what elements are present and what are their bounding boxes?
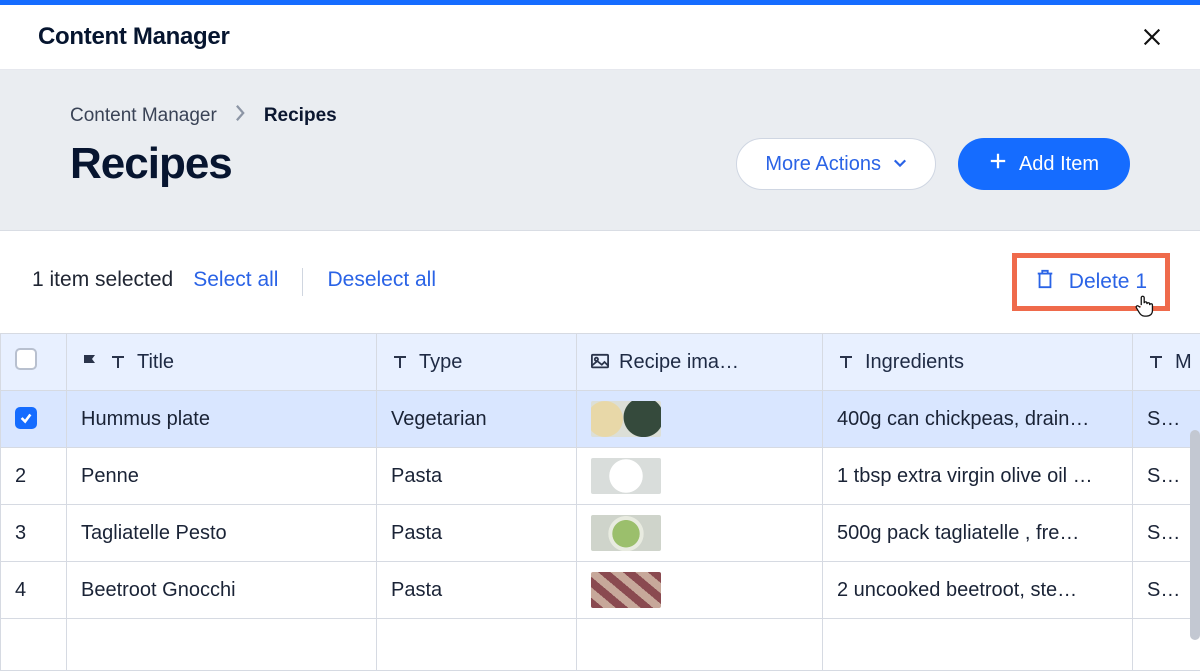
recipe-thumbnail [591,458,661,494]
trash-icon [1035,268,1055,296]
text-type-icon [1147,353,1165,371]
recipe-thumbnail [591,572,661,608]
delete-selected-button[interactable]: Delete 1 [1012,253,1170,311]
column-end[interactable]: M [1133,334,1200,391]
add-item-label: Add Item [1019,153,1099,176]
cursor-hand-icon [1133,294,1155,318]
column-image[interactable]: Recipe ima… [577,334,823,391]
table-row[interactable]: 2 Penne Pasta 1 tbsp extra virgin olive … [1,448,1200,505]
page-header-area: Content Manager Recipes Recipes More Act… [0,70,1200,231]
table-row[interactable]: Hummus plate Vegetarian 400g can chickpe… [1,391,1200,448]
column-title-label: Title [137,351,174,374]
breadcrumb-current: Recipes [264,105,337,127]
table-header-row: Title Type Recipe ima… Ingredients [1,334,1200,391]
cell-ingredients: 500g pack tagliatelle , fre… [823,505,1133,562]
add-item-button[interactable]: Add Item [958,138,1130,190]
cell-image [577,562,823,619]
plus-icon [989,152,1007,176]
column-type[interactable]: Type [377,334,577,391]
cell-ingredients: 1 tbsp extra virgin olive oil … [823,448,1133,505]
chevron-down-icon [893,153,907,176]
column-end-label: M [1175,351,1192,374]
cell-image [577,619,823,671]
cell-type: Pasta [377,448,577,505]
breadcrumb-root[interactable]: Content Manager [70,105,217,127]
modal-header: Content Manager [0,5,1200,70]
delete-label: Delete 1 [1069,270,1147,294]
table-row[interactable] [1,619,1200,671]
column-image-label: Recipe ima… [619,351,739,374]
text-type-icon [391,353,409,371]
selection-toolbar: 1 item selected Select all Deselect all … [0,231,1200,333]
row-checkbox-cell[interactable] [1,391,67,448]
cell-image [577,505,823,562]
recipe-thumbnail [591,401,661,437]
text-type-icon [109,353,127,371]
cell-title [67,619,377,671]
row-number: 2 [1,448,67,505]
separator [302,268,303,296]
close-button[interactable] [1138,23,1166,51]
cell-title: Beetroot Gnocchi [67,562,377,619]
table-row[interactable]: 3 Tagliatelle Pesto Pasta 500g pack tagl… [1,505,1200,562]
row-number: 4 [1,562,67,619]
deselect-all-link[interactable]: Deselect all [327,268,436,292]
close-icon [1141,26,1163,48]
chevron-right-icon [235,104,246,128]
vertical-scrollbar[interactable] [1190,430,1200,640]
cell-title: Hummus plate [67,391,377,448]
more-actions-button[interactable]: More Actions [736,138,936,190]
cell-type: Pasta [377,562,577,619]
flag-icon [81,353,99,371]
cell-title: Tagliatelle Pesto [67,505,377,562]
row-number [1,619,67,671]
row-number: 3 [1,505,67,562]
cell-title: Penne [67,448,377,505]
image-icon [591,353,609,371]
page-title: Recipes [70,139,232,189]
selection-count: 1 item selected [32,268,173,292]
cell-type [377,619,577,671]
modal-title: Content Manager [38,23,230,51]
checkbox-icon [15,348,37,370]
column-ingredients[interactable]: Ingredients [823,334,1133,391]
cell-image [577,391,823,448]
cell-ingredients: 2 uncooked beetroot, ste… [823,562,1133,619]
cell-ingredients [823,619,1133,671]
table-row[interactable]: 4 Beetroot Gnocchi Pasta 2 uncooked beet… [1,562,1200,619]
cell-ingredients: 400g can chickpeas, drain… [823,391,1133,448]
cell-image [577,448,823,505]
column-ingredients-label: Ingredients [865,351,964,374]
text-type-icon [837,353,855,371]
breadcrumb: Content Manager Recipes [70,104,1130,128]
recipe-thumbnail [591,515,661,551]
cell-type: Vegetarian [377,391,577,448]
cell-type: Pasta [377,505,577,562]
more-actions-label: More Actions [765,153,881,176]
content-table: Title Type Recipe ima… Ingredients [0,333,1200,671]
checkbox-checked-icon [15,407,37,429]
header-checkbox-cell[interactable] [1,334,67,391]
select-all-link[interactable]: Select all [193,268,278,292]
column-title[interactable]: Title [67,334,377,391]
column-type-label: Type [419,351,462,374]
page-actions: More Actions Add Item [736,138,1130,190]
